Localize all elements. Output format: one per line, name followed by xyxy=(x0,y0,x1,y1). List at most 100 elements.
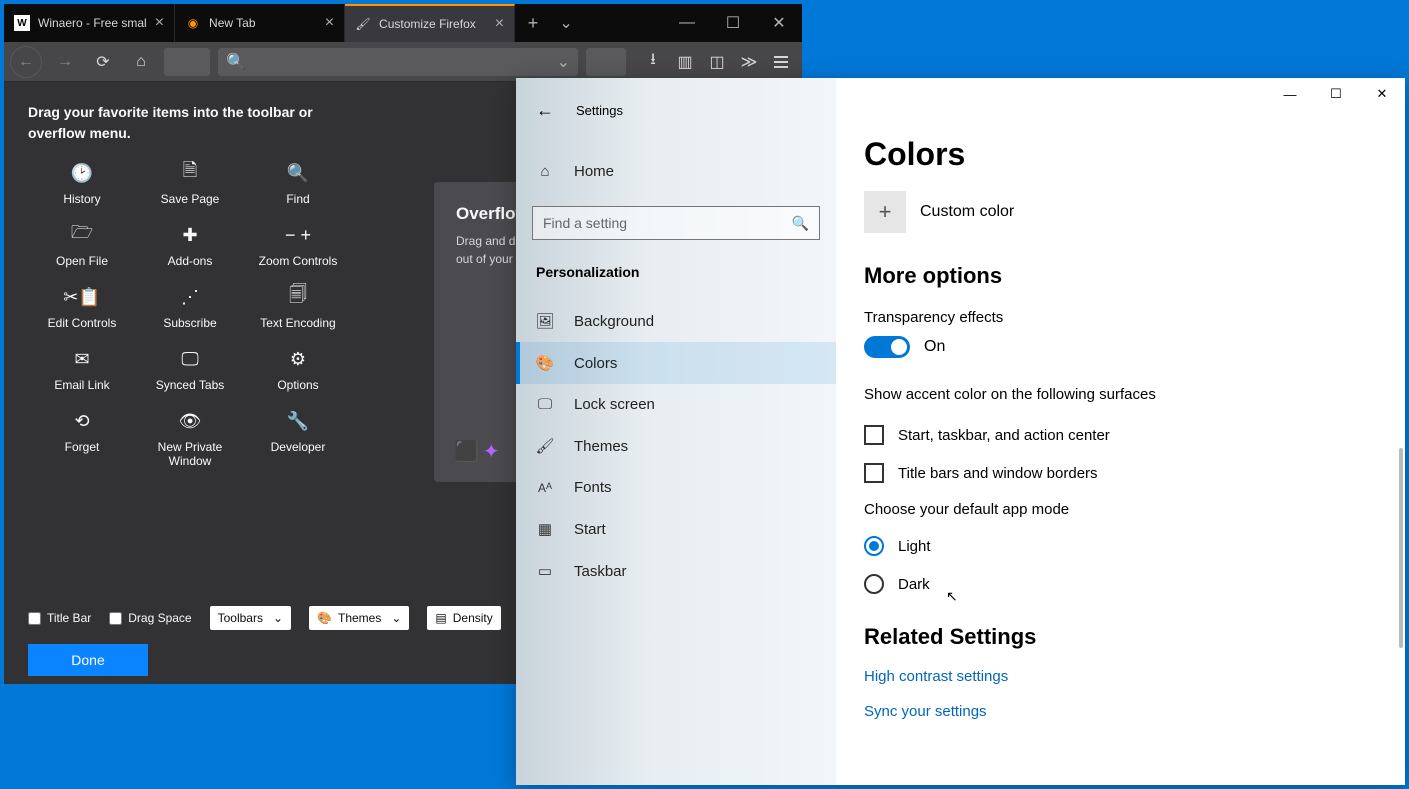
item-open-file[interactable]: 🗁Open File xyxy=(28,224,136,268)
drag-space-checkbox[interactable]: Drag Space xyxy=(109,611,191,625)
sidebar-item-fonts[interactable]: AAFonts xyxy=(516,467,836,508)
accent-start-checkbox[interactable]: Start, taskbar, and action center xyxy=(864,425,1377,445)
density-icon: ▤ xyxy=(435,611,446,625)
item-label: Email Link xyxy=(54,378,109,392)
close-icon[interactable]: × xyxy=(325,14,334,32)
item-subscribe[interactable]: ⋰Subscribe xyxy=(136,286,244,330)
sidebar-item-home[interactable]: ⌂ Home xyxy=(516,151,836,192)
settings-window: ← Settings ⌂ Home Find a setting 🔍 Perso… xyxy=(516,78,1405,785)
item-synced-tabs[interactable]: 🖵Synced Tabs xyxy=(136,348,244,392)
custom-color-button[interactable]: + Custom color xyxy=(864,191,1377,233)
sidebar-item-colors[interactable]: 🎨Colors xyxy=(516,342,836,384)
sidebar-item-taskbar[interactable]: ▭Taskbar xyxy=(516,550,836,592)
menu-button[interactable] xyxy=(766,47,796,77)
item-email-link[interactable]: ✉ Email Link xyxy=(28,348,136,392)
item-addons[interactable]: ✚Add-ons xyxy=(136,224,244,268)
url-input[interactable] xyxy=(164,48,210,76)
minimize-button[interactable]: — xyxy=(664,4,710,42)
tab-newtab[interactable]: ◉ New Tab × xyxy=(175,4,345,42)
item-options[interactable]: ⚙Options xyxy=(244,348,352,392)
maximize-button[interactable]: ☐ xyxy=(710,4,756,42)
search-input[interactable]: Find a setting 🔍 xyxy=(532,206,820,240)
item-forget[interactable]: ⟲ Forget xyxy=(28,410,136,468)
toolbars-select[interactable]: Toolbars ⌄ xyxy=(210,606,291,630)
tabs-dropdown-icon[interactable]: ⌄ xyxy=(551,4,581,42)
item-developer[interactable]: 🔧Developer xyxy=(244,410,352,468)
search-input[interactable]: 🔍 ⌄ xyxy=(218,48,578,76)
item-label: Developer xyxy=(271,440,326,454)
forget-icon: ⟲ xyxy=(74,410,89,432)
sidebar-item-start[interactable]: ▦Start xyxy=(516,508,836,550)
chevron-down-icon: ⌄ xyxy=(273,611,283,625)
reload-button[interactable]: ⟳ xyxy=(88,47,118,77)
scrollbar[interactable] xyxy=(1399,448,1403,648)
sidebar-item-themes[interactable]: 🖌Themes xyxy=(516,425,836,467)
home-button[interactable]: ⌂ xyxy=(126,47,156,77)
item-save-page[interactable]: 🗎Save Page xyxy=(136,162,244,206)
item-label: Forget xyxy=(65,440,100,454)
tab-customize[interactable]: 🖌 Customize Firefox × xyxy=(345,4,515,42)
sidebar-item-lock-screen[interactable]: 🖵Lock screen xyxy=(516,384,836,425)
select-label: Toolbars xyxy=(218,611,263,625)
themes-select[interactable]: 🎨Themes⌄ xyxy=(309,606,409,630)
done-button[interactable]: Done xyxy=(28,644,148,676)
item-history[interactable]: 🕑History xyxy=(28,162,136,206)
minimize-button[interactable]: — xyxy=(1267,78,1313,110)
checkbox-label: Title Bar xyxy=(47,611,91,625)
tab-winaero[interactable]: W Winaero - Free smal × xyxy=(4,4,175,42)
density-select[interactable]: ▤Density xyxy=(427,606,500,630)
downloads-button[interactable]: ⭳ xyxy=(638,47,668,77)
brush-icon: 🖌 xyxy=(355,16,371,32)
checkbox-label: Drag Space xyxy=(128,611,191,625)
forward-button[interactable]: → xyxy=(50,47,80,77)
sidebar-button[interactable]: ◫ xyxy=(702,47,732,77)
item-find[interactable]: 🔍Find xyxy=(244,162,352,206)
back-button[interactable]: ← xyxy=(10,46,42,78)
app-mode-dark-radio[interactable]: Dark xyxy=(864,574,1377,594)
email-icon: ✉ xyxy=(74,348,89,370)
maximize-button[interactable]: ☐ xyxy=(1313,78,1359,110)
overflow-button[interactable]: ≫ xyxy=(734,47,764,77)
radio-label: Dark xyxy=(898,576,930,593)
close-icon[interactable]: × xyxy=(155,14,164,32)
settings-main: — ☐ ✕ Colors + Custom color More options… xyxy=(836,78,1405,785)
title-bar-checkbox[interactable]: Title Bar xyxy=(28,611,91,625)
sidebar-item-label: Lock screen xyxy=(574,396,655,413)
item-zoom[interactable]: − +Zoom Controls xyxy=(244,224,352,268)
overflow-graphic-icon: ✦ xyxy=(483,439,500,464)
item-edit-controls[interactable]: ✂📋Edit Controls xyxy=(28,286,136,330)
search-dropdown-icon[interactable]: ⌄ xyxy=(557,52,570,72)
item-label: Zoom Controls xyxy=(259,254,338,268)
sidebar-item-label: Background xyxy=(574,313,654,330)
addons-icon: ✚ xyxy=(182,224,197,246)
item-text-encoding[interactable]: 🗐Text Encoding xyxy=(244,286,352,330)
close-icon[interactable]: × xyxy=(495,15,504,33)
taskbar-icon: ▭ xyxy=(536,562,554,580)
settings-sidebar: ← Settings ⌂ Home Find a setting 🔍 Perso… xyxy=(516,78,836,785)
accent-titlebar-checkbox[interactable]: Title bars and window borders xyxy=(864,463,1377,483)
library-button[interactable]: ▥ xyxy=(670,47,700,77)
item-label: Find xyxy=(286,192,309,206)
firefox-tab-strip: W Winaero - Free smal × ◉ New Tab × 🖌 Cu… xyxy=(4,4,802,42)
rss-icon: ⋰ xyxy=(181,286,199,308)
palette-icon: 🎨 xyxy=(536,354,554,372)
themes-icon: 🖌 xyxy=(536,437,554,455)
sync-settings-link[interactable]: Sync your settings xyxy=(864,703,1377,720)
synced-tabs-icon: 🖵 xyxy=(181,348,198,370)
gear-icon: ⚙ xyxy=(290,348,306,370)
toolbar-slot[interactable] xyxy=(586,48,626,76)
accent-surfaces-label: Show accent color on the following surfa… xyxy=(864,386,1377,403)
close-button[interactable]: ✕ xyxy=(1359,78,1405,110)
sidebar-item-label: Home xyxy=(574,163,614,180)
sidebar-item-background[interactable]: 🖼Background xyxy=(516,300,836,342)
new-tab-button[interactable]: + xyxy=(515,4,551,42)
high-contrast-link[interactable]: High contrast settings xyxy=(864,668,1377,685)
transparency-toggle[interactable] xyxy=(864,336,910,358)
back-button[interactable]: ← xyxy=(536,100,554,121)
close-button[interactable]: ✕ xyxy=(756,4,802,42)
app-mode-light-radio[interactable]: Light xyxy=(864,536,1377,556)
plus-icon: + xyxy=(864,191,906,233)
sidebar-item-label: Fonts xyxy=(574,479,612,496)
more-options-heading: More options xyxy=(864,263,1377,289)
item-private-window[interactable]: 👁New Private Window xyxy=(136,410,244,468)
